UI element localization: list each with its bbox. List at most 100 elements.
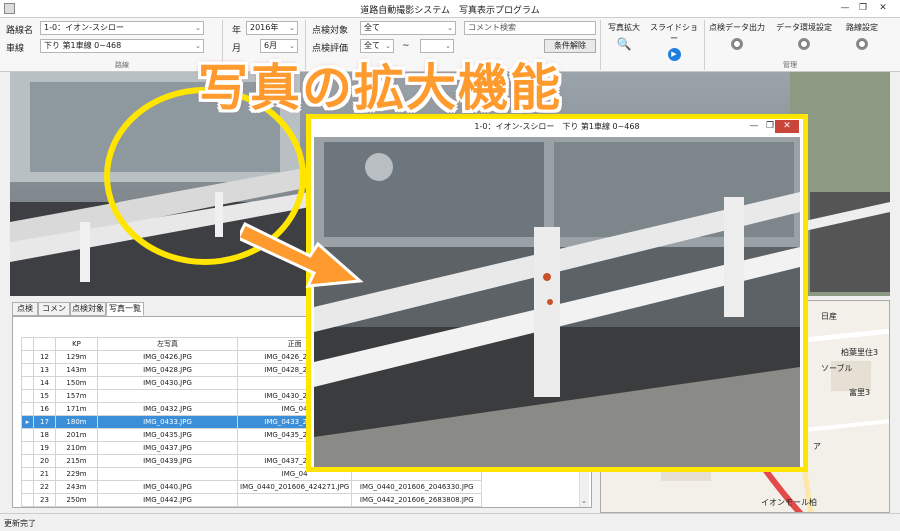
tab-comment[interactable]: コメント — [38, 302, 70, 325]
inspect-target-label: 点検対象 — [312, 26, 349, 36]
table-cell: 16 — [33, 402, 56, 416]
table-cell: 171m — [55, 402, 98, 416]
zoom-minimize-button[interactable]: — — [747, 120, 761, 132]
tab-photo-list[interactable]: 写真一覧 — [106, 302, 144, 316]
chevron-down-icon: ⌄ — [195, 24, 201, 32]
table-cell: 13 — [33, 363, 56, 377]
table-cell — [21, 363, 34, 377]
table-cell: IMG_0437.JPG — [97, 441, 238, 455]
gear-icon — [730, 37, 744, 51]
table-cell — [21, 441, 34, 455]
separator — [704, 20, 705, 70]
table-cell: IMG_0433.JPG — [97, 415, 238, 429]
table-cell — [97, 389, 238, 403]
zoom-close-button[interactable]: ✕ — [775, 120, 799, 133]
year-select[interactable]: 2016年 ⌄ — [246, 21, 298, 35]
data-env-label: データ環境設定 — [776, 23, 832, 32]
play-icon: ▶ — [667, 48, 681, 61]
table-cell: 20 — [33, 454, 56, 468]
table-cell — [21, 454, 34, 468]
table-cell — [21, 467, 34, 481]
chevron-down-icon: ⌄ — [289, 24, 295, 32]
table-cell: 229m — [55, 467, 98, 481]
slideshow-button[interactable]: スライドショー ▶ — [648, 22, 700, 61]
table-cell — [21, 350, 34, 364]
table-cell: 157m — [55, 389, 98, 403]
separator — [600, 20, 601, 70]
route-group-label: 路線 — [115, 61, 129, 69]
export-inspection-button[interactable]: 点検データ出力 — [706, 22, 768, 53]
table-cell — [21, 428, 34, 442]
inspect-target-select[interactable]: 全て ⌄ — [360, 21, 456, 35]
route-label: 路線名 — [6, 26, 34, 36]
zoom-window-title: 1-0：イオン-スシロー 下り 第1車線 0~468 — [311, 119, 803, 135]
window-title: 道路自動撮影システム 写真表示プログラム — [360, 6, 540, 16]
year-label: 年 — [232, 26, 242, 36]
photo-zoom-label: 写真拡大 — [608, 23, 640, 32]
table-cell — [21, 376, 34, 390]
map-label: 富里3 — [849, 388, 871, 397]
table-cell: IMG_0440_201606_2046330.JPG — [351, 480, 483, 494]
close-button[interactable]: ✕ — [876, 2, 890, 14]
magnifier-icon: 🔍 — [616, 37, 632, 51]
map-label: ア — [813, 442, 821, 451]
comment-search-input[interactable]: コメント検索 — [464, 21, 596, 35]
status-text: 更新完了 — [4, 519, 36, 528]
table-cell — [21, 389, 34, 403]
route-settings-button[interactable]: 路線設定 — [840, 22, 884, 53]
slideshow-label: スライドショー — [650, 23, 698, 43]
feature-headline: 写真の拡大機能 — [198, 59, 562, 117]
table-cell: 12 — [33, 350, 56, 364]
table-cell — [97, 467, 238, 481]
chevron-down-icon: ⌄ — [447, 24, 453, 32]
map-label: 柏葉里住3 — [841, 348, 879, 357]
table-cell: IMG_0435.JPG — [97, 428, 238, 442]
tab-inspect-target[interactable]: 点検対象 — [70, 302, 106, 316]
table-cell: 210m — [55, 441, 98, 455]
table-cell: 19 — [33, 441, 56, 455]
table-cell — [21, 493, 34, 507]
zoomed-photo[interactable] — [314, 137, 800, 467]
table-cell: 243m — [55, 480, 98, 494]
table-cell: 15 — [33, 389, 56, 403]
table-cell: IMG_0430.JPG — [97, 376, 238, 390]
title-bar: 道路自動撮影システム 写真表示プログラム — ❐ ✕ — [0, 0, 900, 18]
route-select[interactable]: 1-0：イオン-スシロー ⌄ — [40, 21, 204, 35]
table-row[interactable]: 22 243m IMG_0440.JPG IMG_0440_201606_424271… — [21, 480, 483, 494]
table-cell: IMG_0440.JPG — [97, 480, 238, 494]
table-cell: IMG_0442_201606_2683808.JPG — [351, 493, 483, 507]
table-cell: 250m — [55, 493, 98, 507]
route-settings-label: 路線設定 — [846, 23, 878, 32]
table-cell: IMG_0428.JPG — [97, 363, 238, 377]
zoom-photo-window[interactable]: 1-0：イオン-スシロー 下り 第1車線 0~468 — ❐ ✕ — [306, 114, 808, 472]
status-bar: 更新完了 — [0, 513, 900, 531]
table-row[interactable]: 23 250m IMG_0442.JPG IMG_0442_201606_268380… — [21, 493, 483, 507]
data-env-button[interactable]: データ環境設定 — [772, 22, 836, 53]
manage-group-label: 管理 — [783, 61, 797, 69]
export-inspection-label: 点検データ出力 — [709, 23, 765, 32]
table-cell: 180m — [55, 415, 98, 429]
table-cell: 18 — [33, 428, 56, 442]
table-cell: 215m — [55, 454, 98, 468]
map-label: イオンモール柏 — [761, 498, 817, 507]
table-cell: IMG_0439.JPG — [97, 454, 238, 468]
table-cell — [21, 402, 34, 416]
table-cell: IMG_0432.JPG — [97, 402, 238, 416]
tab-inspection[interactable]: 点検 — [12, 302, 38, 316]
table-cell: 23 — [33, 493, 56, 507]
table-cell — [21, 480, 34, 494]
map-label: 日産 — [821, 312, 837, 321]
table-cell: 22 — [33, 480, 56, 494]
arrow-icon — [240, 221, 364, 288]
chevron-down-icon[interactable]: ⌄ — [581, 497, 587, 505]
table-cell: 143m — [55, 363, 98, 377]
minimize-button[interactable]: — — [838, 2, 852, 14]
table-cell — [236, 493, 353, 507]
photo-zoom-button[interactable]: 写真拡大 🔍 — [604, 22, 644, 51]
table-cell: IMG_0426.JPG — [97, 350, 238, 364]
table-cell: IMG_0442.JPG — [97, 493, 238, 507]
table-cell: IMG_0440_201606_424271.JPG — [236, 480, 353, 494]
maximize-button[interactable]: ❐ — [856, 2, 870, 14]
lane-select[interactable]: 下り 第1車線 0~468 ⌄ — [40, 39, 204, 53]
gear-icon — [797, 37, 811, 51]
